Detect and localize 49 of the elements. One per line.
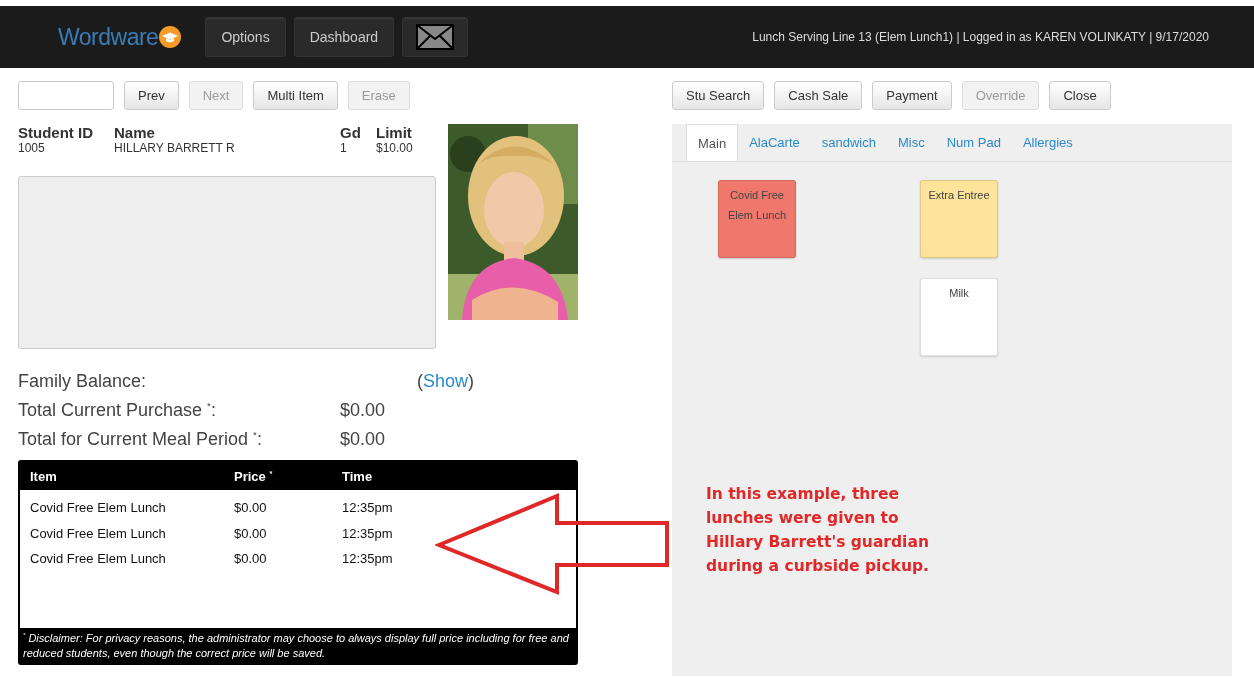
total-value: $0.00	[340, 400, 386, 421]
toolbar-button[interactable]: Cash Sale	[774, 81, 863, 110]
paren: )	[468, 371, 475, 391]
table-cell: 12:35pm	[342, 551, 393, 567]
column-header: Price $^{*}$	[234, 469, 274, 484]
envelope-icon	[416, 24, 455, 50]
show-link[interactable]: Show	[423, 371, 469, 391]
table-cell: 12:35pm	[342, 500, 393, 516]
table-cell: 12:35pm	[342, 525, 393, 541]
disclaimer-text: $^{*}$ Disclaimer: For privacy reasons, the administrator may choose to always display full price including for free and reduced students, even though the correct price will be saved.	[23, 632, 569, 659]
table-cell-text: Covid Free Elem Lunch	[30, 525, 167, 541]
toolbar-button[interactable]: Stu Search	[672, 81, 765, 110]
graduation-cap-icon	[159, 26, 182, 48]
annotation-text: In this example, three lunches were given to Hillary Barrett's guardian during a curbside pickup.	[706, 484, 930, 577]
toolbar-button[interactable]: Close	[1049, 81, 1111, 110]
column-header: Student ID	[18, 124, 94, 141]
student-value: $10.00	[376, 141, 414, 155]
menu-item-tile[interactable]: Extra Entree	[920, 180, 998, 258]
toolbar-button[interactable]: Multi Item	[253, 81, 338, 110]
total-label: Total for Current Meal Period $^{*}$:	[18, 429, 263, 450]
nav-button[interactable]: Dashboard	[293, 17, 395, 57]
total-value: $0.00	[340, 429, 386, 450]
tab[interactable]: Main	[686, 124, 739, 161]
arrow-icon	[435, 493, 671, 595]
column-header: Time	[342, 469, 373, 484]
table-cell-text: Covid Free Elem Lunch	[30, 551, 167, 567]
toolbar-button[interactable]: Prev	[124, 81, 179, 110]
menu-item-tile[interactable]: Covid Free Elem Lunch	[718, 180, 796, 258]
student-search-field[interactable]	[18, 81, 114, 110]
total-label: Family Balance:	[18, 371, 148, 392]
toolbar-button[interactable]: Payment	[872, 81, 952, 110]
total-label: Total Current Purchase $^{*}$:	[18, 400, 217, 421]
student-value: 1005	[18, 141, 46, 155]
student-value: 1	[340, 141, 348, 155]
mail-button[interactable]	[402, 17, 469, 57]
column-header: Item	[30, 469, 58, 484]
student-value: HILLARY BARRETT R	[114, 141, 236, 155]
column-header: Gd	[340, 124, 362, 141]
paren: (	[417, 371, 423, 391]
menu-item-tile[interactable]: Milk	[920, 278, 998, 356]
nav-button[interactable]: Options	[205, 17, 286, 57]
column-header: Name	[114, 124, 156, 141]
table-cell-text: $0.00	[234, 551, 268, 567]
wordware-logo-text[interactable]: Wordware	[58, 23, 159, 51]
table-cell-text: Covid Free Elem Lunch	[30, 500, 167, 516]
session-status: Lunch Serving Line 13 (Elem Lunch1) | Logged in as KAREN VOLINKATY | 9/17/2020	[752, 30, 1209, 44]
column-header: Limit	[376, 124, 413, 141]
table-cell-text: $0.00	[234, 500, 268, 516]
table-cell-text: $0.00	[234, 525, 268, 541]
